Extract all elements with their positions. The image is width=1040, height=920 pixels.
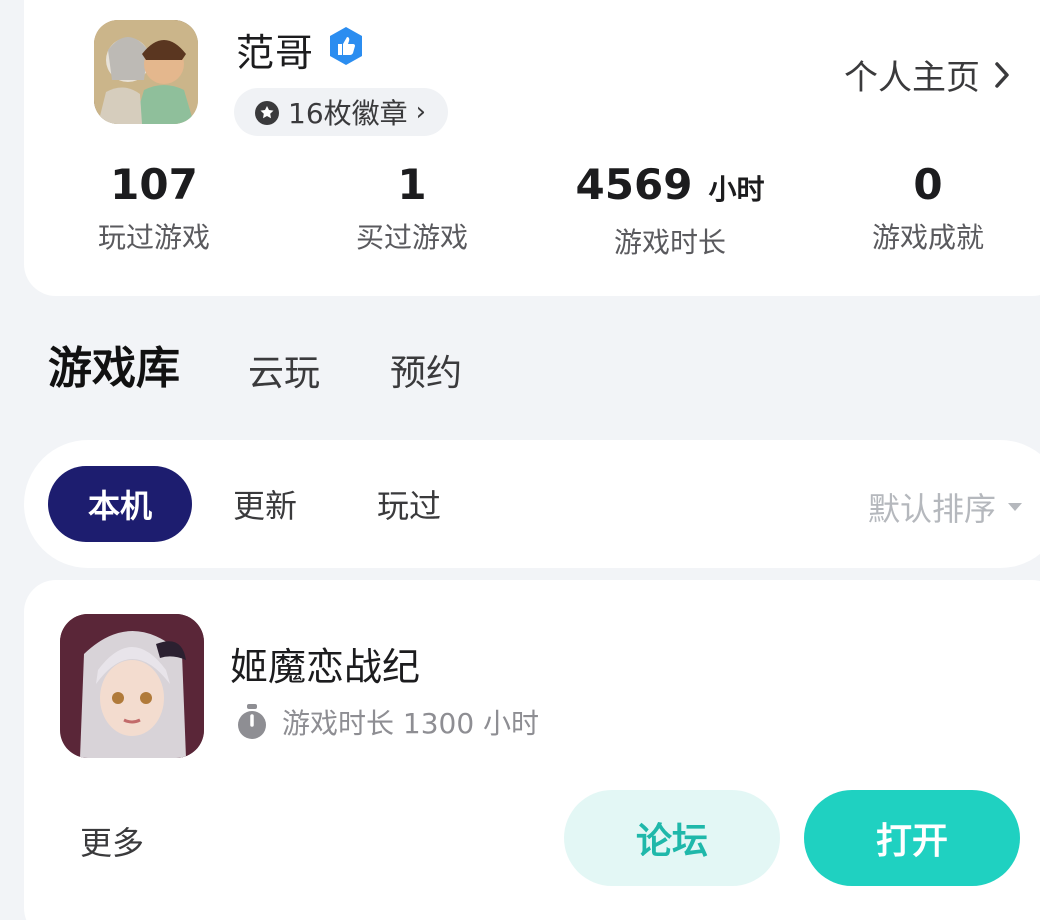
homepage-link[interactable]: 个人主页 (844, 50, 1012, 99)
tab-reservations[interactable]: 预约 (390, 344, 462, 396)
homepage-label: 个人主页 (844, 58, 980, 98)
filter-bar: 本机 更新 玩过 默认排序 (24, 440, 1040, 568)
username: 范哥 (236, 31, 315, 75)
filter-label: 玩过 (376, 487, 441, 525)
caret-down-icon (1008, 503, 1022, 511)
sort-label: 默认排序 (867, 490, 996, 528)
stat-value: 1 (397, 160, 427, 209)
open-label: 打开 (875, 821, 948, 862)
stat-value: 0 (913, 160, 943, 209)
stat-play-time[interactable]: 4569 小时 游戏时长 (550, 158, 790, 261)
tab-cloud-play[interactable]: 云玩 (248, 344, 320, 396)
badges-button[interactable]: 16枚徽章 › (234, 88, 448, 136)
tab-label: 游戏库 (48, 343, 180, 394)
stat-achievements[interactable]: 0 游戏成就 (808, 158, 1040, 256)
stat-unit: 小时 (708, 173, 765, 206)
stat-games-played[interactable]: 107 玩过游戏 (34, 158, 274, 256)
stats-row: 107 玩过游戏 1 买过游戏 4569 小时 游戏时长 0 游戏成就 (0, 158, 1032, 261)
chevron-right-icon: › (415, 97, 427, 127)
avatar[interactable] (94, 20, 198, 124)
stat-label: 玩过游戏 (97, 221, 210, 254)
game-playtime: 游戏时长 1300 小时 (234, 702, 539, 742)
medal-icon (255, 101, 279, 125)
forum-label: 论坛 (635, 821, 708, 862)
stopwatch-icon (238, 704, 266, 739)
tab-game-library[interactable]: 游戏库 (48, 332, 198, 396)
avatar-image-icon (94, 20, 198, 124)
stat-label: 买过游戏 (355, 221, 468, 254)
badges-label: 16枚徽章 (288, 97, 408, 130)
stat-value: 107 (110, 160, 198, 209)
stat-label: 游戏时长 (613, 226, 726, 259)
filter-tab-updates[interactable]: 更新 (200, 466, 330, 542)
forum-button[interactable]: 论坛 (564, 790, 780, 886)
verified-thumbs-up-icon (330, 27, 362, 65)
open-game-button[interactable]: 打开 (804, 790, 1020, 886)
stat-games-bought[interactable]: 1 买过游戏 (292, 158, 532, 256)
tab-label: 云玩 (248, 353, 321, 394)
filter-tab-local[interactable]: 本机 (48, 466, 192, 542)
profile-card: 范哥 16枚徽章 › 个人主页 107 玩过游戏 1 买过游戏 4569 小时 … (24, 0, 1040, 296)
stat-label: 游戏成就 (871, 221, 984, 254)
game-profile-page: 范哥 16枚徽章 › 个人主页 107 玩过游戏 1 买过游戏 4569 小时 … (0, 0, 1040, 920)
playtime-label: 游戏时长 1300 小时 (282, 707, 540, 740)
game-cover-image-icon (60, 614, 204, 758)
chevron-right-icon (995, 61, 1009, 88)
stat-value: 4569 小时 (575, 160, 765, 209)
sort-dropdown[interactable]: 默认排序 (868, 484, 1024, 530)
more-button[interactable]: 更多 (80, 818, 144, 864)
game-icon[interactable] (60, 614, 204, 758)
game-card: 姬魔恋战纪 游戏时长 1300 小时 更多 论坛 打开 (24, 580, 1040, 920)
filter-label: 更新 (232, 487, 297, 525)
filter-tab-played[interactable]: 玩过 (344, 466, 474, 542)
game-title: 姬魔恋战纪 (230, 645, 421, 689)
tab-label: 预约 (390, 353, 463, 394)
filter-label: 本机 (87, 487, 152, 525)
